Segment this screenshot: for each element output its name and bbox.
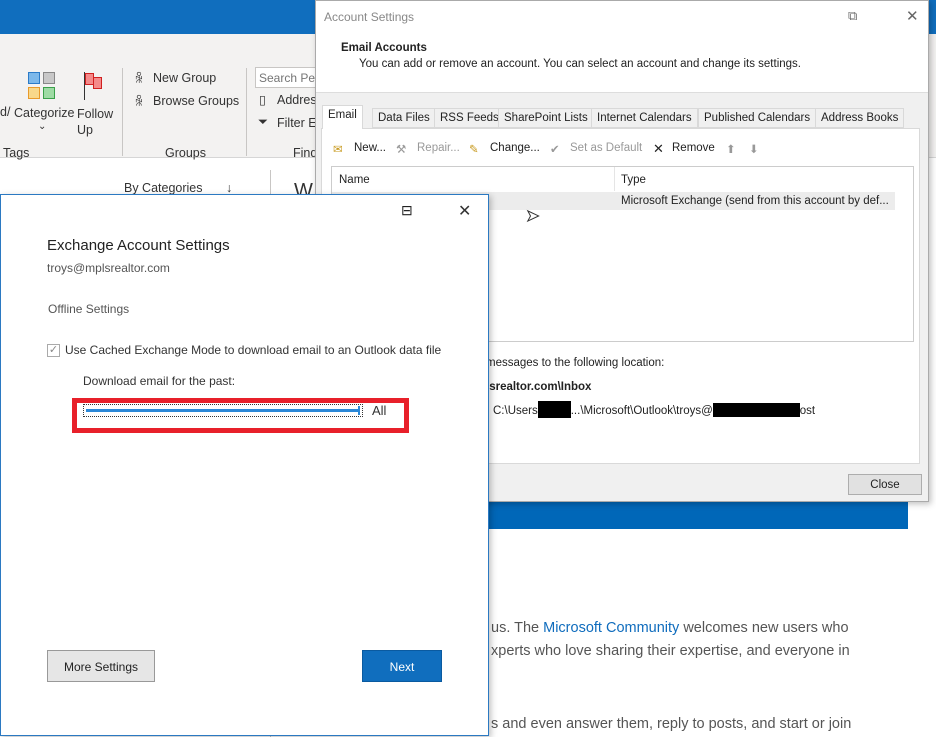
header-description: You can add or remove an account. You ca… <box>359 58 801 70</box>
path-part: C:\Users <box>493 405 538 417</box>
text: us. The <box>491 620 544 636</box>
text: welcomes new users who <box>679 620 849 636</box>
move-down-icon[interactable]: ⬇ <box>749 142 759 156</box>
chevron-down-icon: ⌄ <box>38 121 47 132</box>
dialog-header: Email Accounts You can add or remove an … <box>316 33 928 93</box>
tab-data-files[interactable]: Data Files <box>372 108 436 128</box>
tab-rss-feeds[interactable]: RSS Feeds <box>434 108 505 128</box>
flag-icon <box>84 72 104 102</box>
delivery-folder: lsrealtor.com\Inbox <box>486 381 592 393</box>
repair-button[interactable]: Repair... <box>417 142 460 154</box>
content-line: us. The Microsoft Community welcomes new… <box>491 620 849 636</box>
data-file-path: C:\Users ...\Microsoft\Outlook\troys@ ost <box>493 401 815 418</box>
categorize-button[interactable]: Categorize <box>14 106 74 120</box>
slider-track <box>86 409 360 412</box>
tab-sharepoint-lists[interactable]: SharePoint Lists <box>498 108 594 128</box>
close-icon[interactable]: ✕ <box>458 201 471 221</box>
categorize-icon <box>28 72 56 100</box>
microsoft-community-link[interactable]: Microsoft Community <box>543 620 679 636</box>
sort-direction-icon[interactable]: ↓ <box>226 181 232 195</box>
header-title: Email Accounts <box>341 42 427 54</box>
group-icon: ꆜ <box>134 95 144 109</box>
divider <box>246 68 247 156</box>
group-icon: ꆜ <box>134 72 144 86</box>
tab-email[interactable]: Email <box>322 105 363 129</box>
tab-address-books[interactable]: Address Books <box>815 108 905 128</box>
slider-value: All <box>372 403 387 418</box>
groups-group-label: Groups <box>165 146 206 160</box>
repair-icon: ⚒ <box>396 144 407 156</box>
path-part: ost <box>799 405 816 417</box>
new-group-button[interactable]: New Group <box>153 71 216 85</box>
find-group-label: Find <box>293 146 318 160</box>
new-button[interactable]: New... <box>354 142 386 154</box>
change-icon: ✎ <box>469 144 479 156</box>
new-account-icon: ✉ <box>333 144 343 156</box>
column-type[interactable]: Type <box>621 174 646 186</box>
column-name[interactable]: Name <box>339 174 370 186</box>
next-button[interactable]: Next <box>362 650 442 682</box>
section-heading: Offline Settings <box>48 302 130 316</box>
path-part: ...\Microsoft\Outlook\troys@ <box>570 405 713 417</box>
download-period-slider[interactable] <box>83 404 363 417</box>
divider <box>122 68 123 156</box>
browse-groups-button[interactable]: Browse Groups <box>153 94 239 108</box>
remove-button[interactable]: Remove <box>672 142 715 154</box>
more-settings-button[interactable]: More Settings <box>47 650 155 682</box>
redaction <box>537 401 571 418</box>
redaction <box>712 403 800 417</box>
cached-mode-checkbox[interactable]: ✓ <box>47 344 60 357</box>
account-email: troys@mplsrealtor.com <box>47 261 170 275</box>
sort-dropdown[interactable]: By Categories <box>124 181 203 195</box>
move-up-icon[interactable]: ⬆ <box>726 142 736 156</box>
page-banner <box>440 502 908 529</box>
close-button[interactable]: Close <box>848 474 922 495</box>
address-book-icon: ▯ <box>259 93 266 107</box>
close-icon[interactable]: ✕ <box>906 7 919 25</box>
dialog-title: Account Settings <box>316 1 928 33</box>
exchange-account-settings-dialog: ⊟ ✕ Exchange Account Settings troys@mpls… <box>0 194 489 736</box>
restore-icon[interactable]: ⧉ <box>848 8 857 24</box>
set-default-button[interactable]: Set as Default <box>570 142 642 154</box>
tab-internet-calendars[interactable]: Internet Calendars <box>591 108 698 128</box>
filter-icon: ⏷ <box>258 115 269 129</box>
ribbon-partial-label: d/ <box>0 105 11 119</box>
set-default-icon: ✔ <box>550 144 560 156</box>
account-type: Microsoft Exchange (send from this accou… <box>621 195 889 207</box>
delivery-text: messages to the following location: <box>486 357 665 369</box>
follow-up-button[interactable]: Follow Up <box>77 106 117 138</box>
address-book-button[interactable]: Addres <box>277 93 317 107</box>
remove-icon: ✕ <box>653 141 664 156</box>
content-line: s and even answer them, reply to posts, … <box>491 716 852 732</box>
mouse-cursor-icon: ➤ <box>525 208 540 226</box>
tags-group-label: Tags <box>3 146 30 160</box>
tab-published-calendars[interactable]: Published Calendars <box>698 108 817 128</box>
dialog-title: Exchange Account Settings <box>47 237 230 254</box>
cached-mode-label: Use Cached Exchange Mode to download ema… <box>65 343 442 357</box>
download-label: Download email for the past: <box>83 374 236 388</box>
change-button[interactable]: Change... <box>490 142 540 154</box>
content-line: xperts who love sharing their expertise,… <box>491 643 850 659</box>
slider-thumb[interactable] <box>358 406 360 415</box>
restore-icon[interactable]: ⊟ <box>401 202 413 219</box>
